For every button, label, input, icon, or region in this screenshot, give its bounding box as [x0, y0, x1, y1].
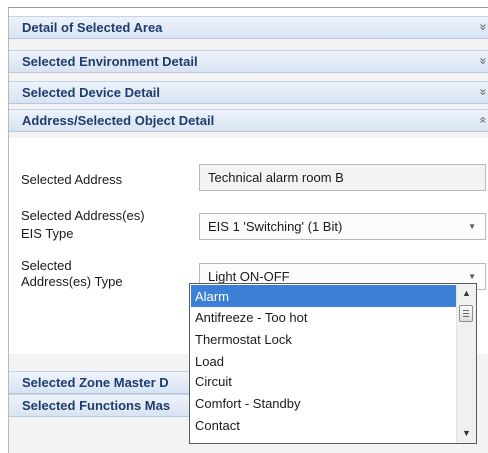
dropdown-option[interactable]: Contact: [191, 414, 456, 436]
panel-footer-area: [9, 417, 209, 453]
dropdown-option[interactable]: Antifreeze - Too hot: [191, 306, 456, 328]
double-chevron-down-icon[interactable]: »: [476, 58, 488, 65]
chevron-down-icon[interactable]: ▼: [468, 272, 476, 281]
selected-address-field[interactable]: Technical alarm room B: [199, 164, 486, 191]
section-header-device[interactable]: Selected Device Detail »: [9, 81, 488, 104]
section-header-address-object[interactable]: Address/Selected Object Detail «: [9, 109, 488, 132]
double-chevron-down-icon[interactable]: »: [476, 89, 488, 96]
eis-type-label-line2: EIS Type: [21, 226, 74, 241]
section-title: Detail of Selected Area: [22, 20, 163, 35]
section-header-selected-area[interactable]: Detail of Selected Area »: [9, 16, 488, 39]
dropdown-option[interactable]: Comfort - Standby: [191, 392, 456, 414]
scrollbar-thumb[interactable]: [459, 305, 473, 322]
scroll-down-icon[interactable]: ▼: [457, 425, 476, 442]
dropdown-option[interactable]: Thermostat Lock: [191, 328, 456, 350]
address-type-label-line1: Selected: [21, 258, 72, 273]
address-type-value: Light ON-OFF: [208, 269, 290, 284]
section-header-zone-master[interactable]: Selected Zone Master D: [9, 371, 209, 394]
section-title: Selected Device Detail: [22, 85, 161, 100]
section-title: Selected Environment Detail: [22, 54, 198, 69]
dropdown-option-alarm[interactable]: Alarm: [191, 285, 456, 307]
section-title: Selected Zone Master D: [22, 375, 169, 390]
eis-type-value: EIS 1 'Switching' (1 Bit): [208, 219, 343, 234]
double-chevron-down-icon[interactable]: »: [476, 24, 488, 31]
dropdown-option[interactable]: Load: [191, 350, 456, 372]
address-type-label-line2: Address(es) Type: [21, 274, 123, 289]
section-title: Selected Functions Mas: [22, 398, 171, 413]
scroll-up-icon[interactable]: ▲: [457, 285, 476, 302]
selected-address-label: Selected Address: [21, 172, 123, 187]
double-chevron-up-icon[interactable]: «: [476, 117, 488, 124]
section-header-functions-master[interactable]: Selected Functions Mas: [9, 394, 209, 417]
section-title: Address/Selected Object Detail: [22, 113, 215, 128]
eis-type-label-line1: Selected Address(es): [21, 208, 145, 223]
dropdown-scrollbar[interactable]: ▲ ▼: [456, 284, 476, 443]
selected-address-value: Technical alarm room B: [208, 170, 344, 185]
address-type-dropdown-list[interactable]: Alarm Antifreeze - Too hot Thermostat Lo…: [189, 283, 477, 444]
section-header-environment[interactable]: Selected Environment Detail »: [9, 50, 488, 73]
eis-type-select[interactable]: EIS 1 'Switching' (1 Bit) ▼: [199, 213, 486, 240]
dropdown-option[interactable]: Circuit: [191, 370, 456, 392]
chevron-down-icon[interactable]: ▼: [468, 222, 476, 231]
